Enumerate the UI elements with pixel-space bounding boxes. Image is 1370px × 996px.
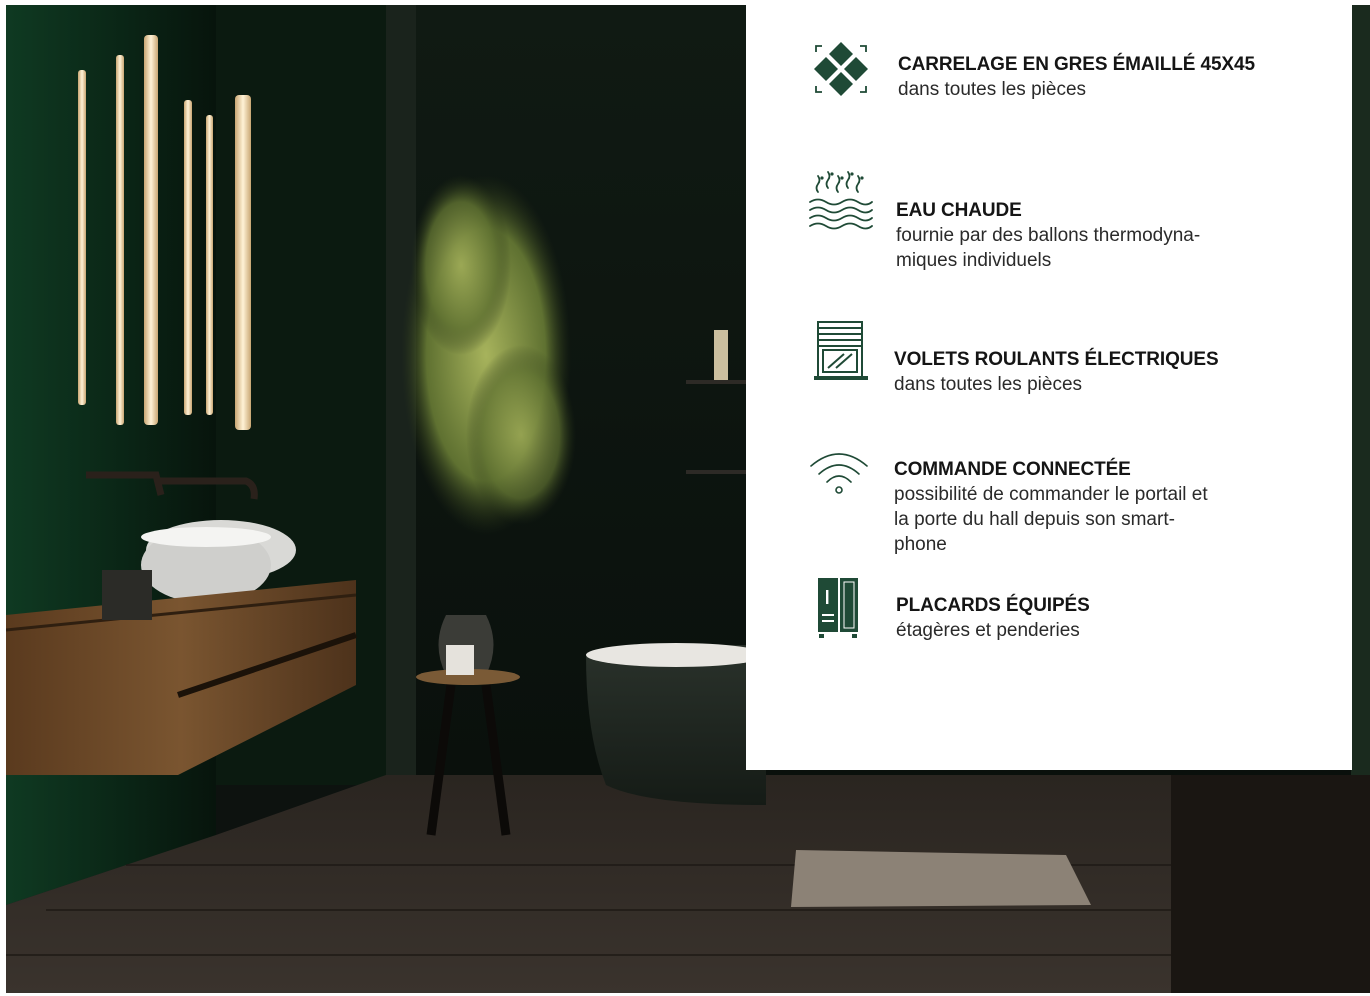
tile-icon — [810, 40, 872, 105]
roller-shutter-icon — [814, 320, 870, 387]
feature-title: EAU CHAUDE — [896, 200, 1022, 221]
feature-desc: possibilité de commander le portail et l… — [894, 484, 1208, 555]
hot-water-icon — [808, 168, 874, 235]
feature-title: COMMANDE CONNECTÉE — [894, 459, 1131, 480]
feature-desc: dans toutes les pièces — [898, 79, 1087, 100]
wifi-icon — [808, 448, 870, 501]
features-panel: CARRELAGE EN GRES ÉMAILLÉ 45X45 dans tou… — [746, 0, 1352, 770]
wardrobe-icon — [816, 576, 862, 643]
feature-desc: dans toutes les pièces — [894, 374, 1083, 395]
feature-desc: fournie par des ballons thermodyna- miqu… — [896, 225, 1201, 271]
feature-desc: étagères et penderies — [896, 620, 1080, 641]
feature-title: CARRELAGE EN GRES ÉMAILLÉ 45X45 — [898, 54, 1255, 75]
feature-title: PLACARDS ÉQUIPÉS — [896, 595, 1090, 616]
feature-title: VOLETS ROULANTS ÉLECTRIQUES — [894, 349, 1219, 370]
